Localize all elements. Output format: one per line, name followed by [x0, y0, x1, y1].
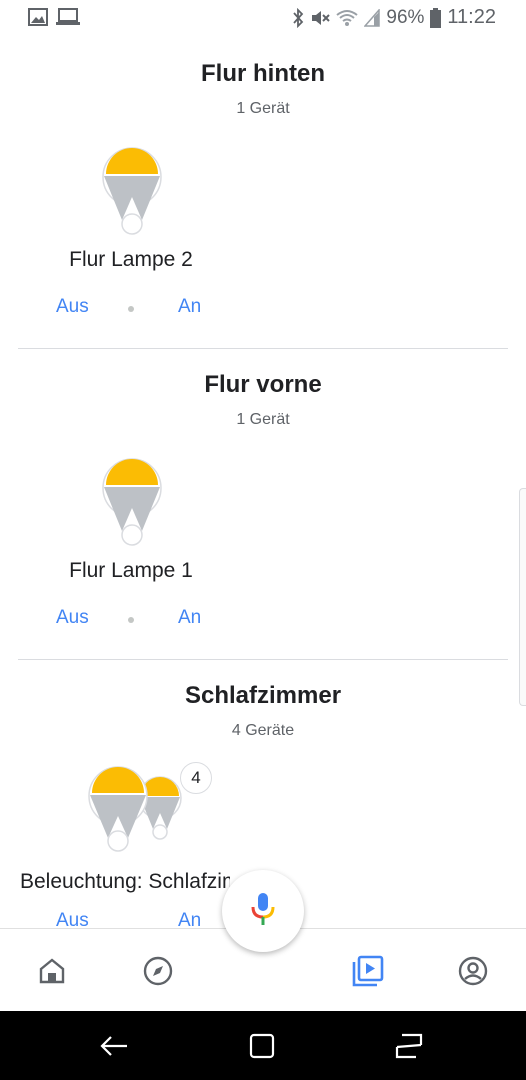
device-actions: Aus An — [0, 607, 262, 635]
microphone-icon — [251, 892, 275, 931]
turn-on-button[interactable]: An — [178, 607, 201, 629]
room-title: Flur hinten — [201, 60, 325, 87]
battery-percent: 96% — [386, 6, 425, 28]
wifi-icon — [336, 9, 359, 27]
room-card: Flur hinten 1 Gerät Flur Lampe 2 Aus An — [0, 38, 526, 349]
assistant-mic-button[interactable] — [222, 870, 304, 952]
light-bulb-icon[interactable] — [98, 144, 166, 236]
media-icon[interactable] — [350, 953, 386, 989]
home-icon[interactable] — [34, 953, 70, 989]
image-icon — [28, 8, 48, 26]
account-icon[interactable] — [455, 953, 491, 989]
separator-dot — [128, 306, 134, 312]
clock-time: 11:22 — [447, 6, 496, 28]
turn-on-button[interactable]: An — [178, 296, 201, 318]
recent-apps-icon[interactable] — [391, 1028, 427, 1064]
device-count: 1 Gerät — [236, 100, 290, 117]
device-name[interactable]: Flur Lampe 2 — [0, 248, 262, 272]
turn-off-button[interactable]: Aus — [56, 910, 89, 928]
device-count: 4 Geräte — [231, 722, 295, 739]
home-button-icon[interactable] — [244, 1028, 280, 1064]
group-count-badge: 4 — [180, 762, 212, 794]
mute-icon — [310, 8, 331, 28]
device-name[interactable]: Beleuchtung: Schlafzimmer — [20, 870, 230, 894]
turn-off-button[interactable]: Aus — [56, 607, 89, 629]
laptop-icon — [56, 8, 80, 26]
turn-on-button[interactable]: An — [178, 910, 201, 928]
room-card: Flur vorne 1 Gerät Flur Lampe 1 Aus An — [0, 349, 526, 660]
device-count: 1 Gerät — [236, 411, 290, 428]
room-title: Flur vorne — [204, 371, 322, 398]
separator-dot — [128, 617, 134, 623]
battery-icon — [430, 7, 442, 28]
scrollbar-handle[interactable] — [519, 488, 526, 706]
back-icon[interactable] — [96, 1028, 132, 1064]
room-title: Schlafzimmer — [184, 682, 342, 709]
turn-off-button[interactable]: Aus — [56, 296, 89, 318]
device-actions: Aus An — [0, 296, 262, 324]
explore-icon[interactable] — [140, 953, 176, 989]
rooms-list[interactable]: Flur hinten 1 Gerät Flur Lampe 2 Aus An … — [0, 38, 526, 928]
bluetooth-icon — [292, 7, 304, 28]
device-name[interactable]: Flur Lampe 1 — [0, 559, 262, 583]
system-navigation-bar — [0, 1010, 526, 1080]
light-bulb-icon[interactable] — [98, 455, 166, 547]
signal-icon — [364, 8, 381, 27]
status-bar: 96% 11:22 — [0, 0, 526, 38]
